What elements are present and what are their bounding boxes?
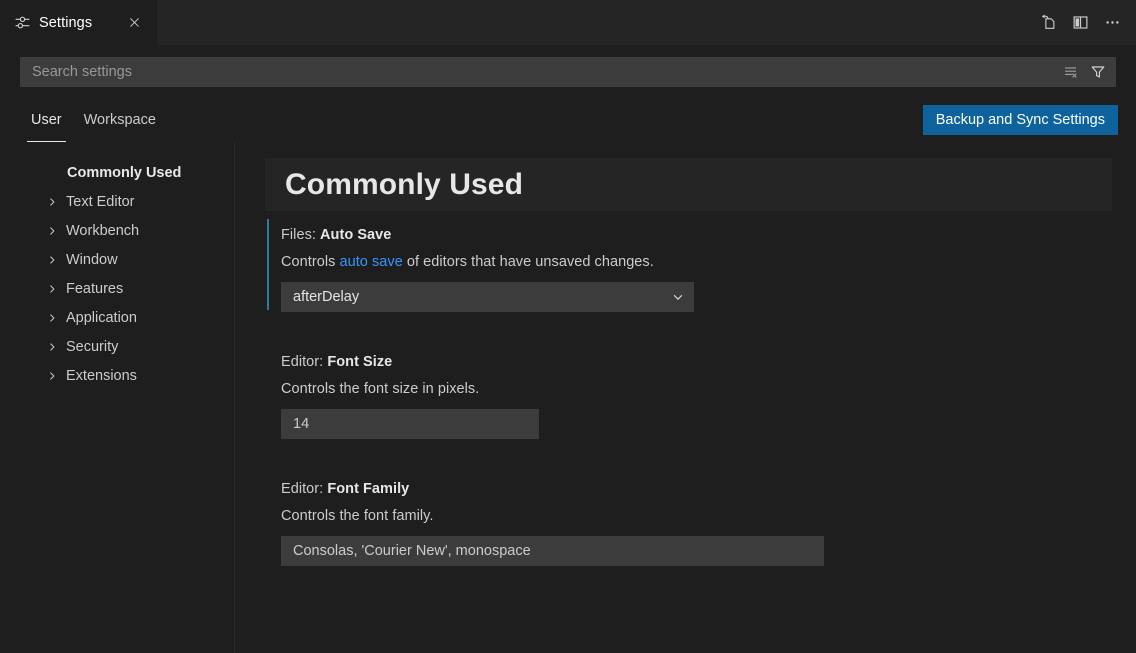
settings-scrollbar[interactable] (1126, 142, 1136, 653)
auto-save-link[interactable]: auto save (339, 254, 402, 270)
setting-name: Font Size (327, 354, 392, 370)
tab-workspace-label: Workspace (84, 112, 156, 128)
tab-settings[interactable]: Settings (0, 0, 157, 45)
setting-title: Editor: Font Family (281, 481, 1112, 497)
toc-item-label: Application (66, 310, 137, 326)
chevron-right-icon (44, 281, 60, 297)
toc-item-label: Commonly Used (67, 165, 181, 181)
tab-user-label: User (31, 112, 62, 128)
close-icon[interactable] (123, 12, 145, 34)
auto-save-dropdown-wrapper: afterDelay (281, 282, 694, 312)
settings-list-pane: Commonly Used Files: Auto Save Controls … (235, 142, 1136, 653)
setting-title: Editor: Font Size (281, 354, 1112, 370)
toc-item-application[interactable]: Application (0, 303, 234, 332)
description-text-before: Controls (281, 254, 339, 270)
setting-category: Editor: (281, 354, 327, 370)
settings-editor: Settings (0, 0, 1136, 653)
toc-item-label: Window (66, 252, 118, 268)
font-family-input[interactable] (281, 536, 824, 566)
search-input[interactable] (32, 57, 1059, 87)
font-size-input[interactable] (281, 409, 539, 439)
settings-body: Commonly Used Text Editor Workbench Wind… (0, 142, 1136, 653)
editor-tab-bar: Settings (0, 0, 1136, 45)
chevron-right-icon (44, 368, 60, 384)
setting-editor-font-size: Editor: Font Size Controls the font size… (265, 338, 1112, 439)
toc-item-extensions[interactable]: Extensions (0, 361, 234, 390)
chevron-right-icon (44, 252, 60, 268)
chevron-right-icon (44, 223, 60, 239)
split-editor-icon[interactable] (1066, 9, 1094, 37)
settings-toc: Commonly Used Text Editor Workbench Wind… (0, 142, 235, 653)
tab-bar-empty-space (157, 0, 1034, 45)
toc-item-workbench[interactable]: Workbench (0, 216, 234, 245)
description-text-after: of editors that have unsaved changes. (403, 254, 654, 270)
toc-item-label: Extensions (66, 368, 137, 384)
setting-category: Files: (281, 227, 320, 243)
settings-scope-row: User Workspace Backup and Sync Settings (0, 98, 1136, 142)
toc-item-label: Features (66, 281, 123, 297)
page-title: Commonly Used (285, 170, 523, 200)
setting-description: Controls auto save of editors that have … (281, 254, 1112, 270)
toc-item-window[interactable]: Window (0, 245, 234, 274)
setting-editor-font-family: Editor: Font Family Controls the font fa… (265, 465, 1112, 566)
settings-search-row (0, 45, 1136, 98)
filter-settings-icon[interactable] (1086, 60, 1110, 84)
toc-item-label: Security (66, 339, 118, 355)
chevron-right-icon (44, 194, 60, 210)
more-actions-icon[interactable] (1098, 9, 1126, 37)
toc-item-label: Text Editor (66, 194, 135, 210)
toc-item-features[interactable]: Features (0, 274, 234, 303)
setting-spacer (235, 312, 1136, 338)
settings-group-header: Commonly Used (265, 158, 1112, 211)
tab-label: Settings (39, 15, 107, 31)
open-changes-icon[interactable] (1034, 9, 1062, 37)
setting-category: Editor: (281, 481, 327, 497)
setting-description: Controls the font size in pixels. (281, 381, 1112, 397)
auto-save-selected-value: afterDelay (293, 289, 359, 305)
setting-name: Font Family (327, 481, 409, 497)
auto-save-dropdown[interactable]: afterDelay (281, 282, 694, 312)
settings-search-container[interactable] (20, 57, 1116, 87)
toc-item-security[interactable]: Security (0, 332, 234, 361)
setting-description: Controls the font family. (281, 508, 1112, 524)
toc-item-text-editor[interactable]: Text Editor (0, 187, 234, 216)
toc-item-commonly-used[interactable]: Commonly Used (0, 158, 234, 187)
clear-settings-search-input-icon[interactable] (1059, 60, 1083, 84)
setting-files-auto-save: Files: Auto Save Controls auto save of e… (265, 211, 1112, 312)
setting-spacer (235, 439, 1136, 465)
editor-actions (1034, 0, 1136, 45)
settings-sliders-icon (14, 14, 31, 31)
chevron-right-icon (44, 339, 60, 355)
backup-and-sync-settings-button[interactable]: Backup and Sync Settings (923, 105, 1118, 136)
setting-name: Auto Save (320, 227, 391, 243)
tab-workspace[interactable]: Workspace (73, 98, 167, 142)
settings-list: Commonly Used Files: Auto Save Controls … (235, 142, 1136, 566)
settings-scope-tabs: User Workspace (20, 98, 167, 142)
toc-item-label: Workbench (66, 223, 139, 239)
search-action-group (1059, 60, 1110, 84)
chevron-right-icon (44, 310, 60, 326)
setting-title: Files: Auto Save (281, 227, 1112, 243)
tab-user[interactable]: User (20, 98, 73, 142)
